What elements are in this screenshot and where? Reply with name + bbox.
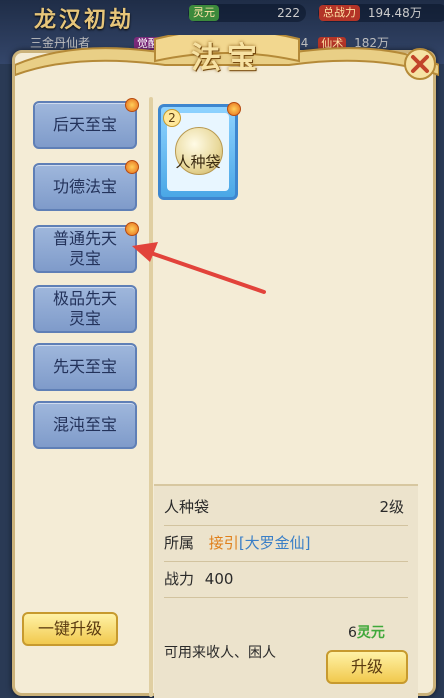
column-divider bbox=[149, 97, 153, 697]
category-xiantian-zhibao[interactable]: 先天至宝 bbox=[33, 343, 137, 391]
cost-value: 6 bbox=[348, 625, 357, 641]
detail-belongs-row: 所属 接引[大罗金仙] bbox=[164, 524, 408, 562]
cost-unit: 灵元 bbox=[356, 625, 385, 641]
pointer-arrow-icon bbox=[132, 242, 266, 294]
category-hundun-zhibao[interactable]: 混沌至宝 bbox=[33, 401, 137, 449]
detail-name: 人种袋 bbox=[164, 498, 210, 516]
notification-dot bbox=[125, 98, 139, 112]
resource-value: 222 bbox=[277, 6, 300, 20]
one-key-upgrade-button[interactable]: 一键升级 bbox=[22, 612, 118, 646]
notification-dot bbox=[125, 160, 139, 174]
detail-power-row: 战力 400 bbox=[164, 560, 408, 598]
category-houtian-zhibao[interactable]: 后天至宝 bbox=[33, 98, 139, 149]
category-list: 后天至宝 功德法宝 普通先天 灵宝 极品先天 灵宝 先天至宝 混沌至宝 bbox=[29, 98, 147, 693]
resource-tag: 灵元 bbox=[189, 5, 219, 21]
resource-pill: 灵元 222 bbox=[188, 4, 306, 22]
upgrade-cost: 6灵元 bbox=[348, 622, 385, 642]
belongs-realm: [大罗金仙] bbox=[238, 534, 311, 552]
dialog-title: 法宝 bbox=[191, 41, 263, 76]
realm-title: 龙汉初劫 bbox=[34, 7, 135, 33]
category-label: 极品先天 灵宝 bbox=[52, 289, 117, 328]
category-putong-xiantian-lingbao[interactable]: 普通先天 灵宝 bbox=[33, 222, 139, 273]
notification-dot bbox=[227, 102, 241, 116]
category-label: 后天至宝 bbox=[52, 115, 117, 134]
power-tag: 总战力 bbox=[319, 5, 360, 21]
upgrade-button[interactable]: 升级 bbox=[326, 650, 408, 684]
treasure-description: 可用来收人、困人 bbox=[164, 645, 276, 661]
treasure-item-card[interactable]: 人种袋 2 bbox=[158, 102, 241, 200]
category-jipin-xiantian-lingbao[interactable]: 极品先天 灵宝 bbox=[33, 285, 137, 333]
belongs-label: 所属 bbox=[164, 534, 195, 552]
power-value: 194.48万 bbox=[367, 6, 422, 20]
close-icon[interactable] bbox=[403, 47, 437, 81]
category-label: 先天至宝 bbox=[52, 357, 117, 376]
notification-dot bbox=[125, 222, 139, 236]
category-gongde-fabao[interactable]: 功德法宝 bbox=[33, 160, 139, 211]
row-divider bbox=[164, 597, 408, 598]
power-value: 400 bbox=[204, 570, 234, 588]
category-label: 普通先天 灵宝 bbox=[52, 229, 117, 268]
detail-level: 2级 bbox=[379, 498, 404, 516]
belongs-owner: 接引 bbox=[208, 534, 239, 552]
category-label: 功德法宝 bbox=[52, 177, 117, 196]
power-label: 战力 bbox=[164, 570, 195, 588]
item-count: 2 bbox=[163, 109, 181, 127]
power-pill: 总战力 194.48万 bbox=[318, 4, 444, 22]
detail-name-row: 人种袋 2级 bbox=[164, 488, 408, 526]
category-label: 混沌至宝 bbox=[52, 415, 117, 434]
item-name: 人种袋 bbox=[175, 153, 221, 171]
detail-panel: 人种袋 2级 所属 接引[大罗金仙] 战力 400 6灵元 可用来收人、困人 升… bbox=[154, 484, 418, 698]
